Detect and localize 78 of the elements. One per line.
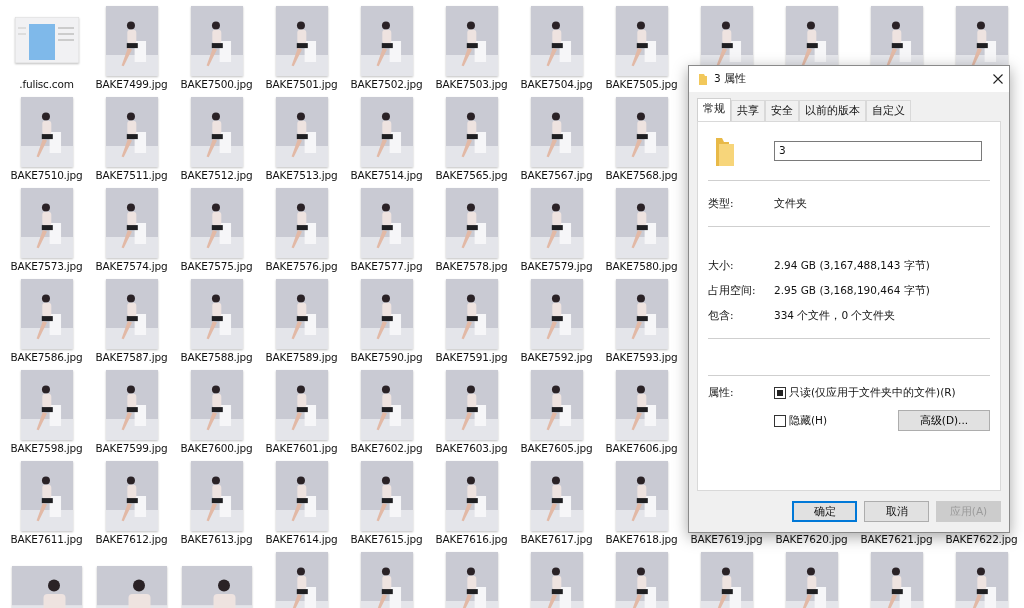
file-name[interactable]: BAKE7589.jpg <box>265 351 338 363</box>
file-name[interactable]: BAKE7620.jpg <box>775 533 848 545</box>
file-name[interactable]: BAKE7615.jpg <box>350 533 423 545</box>
file-name[interactable]: BAKE7504.jpg <box>520 78 593 90</box>
file-name[interactable]: BAKE7606.jpg <box>605 442 678 454</box>
file-name[interactable]: BAKE7578.jpg <box>435 260 508 272</box>
file-name[interactable]: BAKE7510.jpg <box>10 169 83 181</box>
file-name[interactable]: BAKE7514.jpg <box>350 169 423 181</box>
field-label: 占用空间: <box>708 283 757 298</box>
file-name[interactable]: BAKE7612.jpg <box>95 533 168 545</box>
field-value: 334 个文件，0 个文件夹 <box>774 308 896 323</box>
tab[interactable]: 以前的版本 <box>799 100 866 121</box>
file-name[interactable]: BAKE7511.jpg <box>95 169 168 181</box>
field-label: 包含: <box>708 308 735 323</box>
close-icon[interactable] <box>993 74 1003 84</box>
window-title: 3 属性 <box>714 72 748 86</box>
file-name[interactable]: BAKE7575.jpg <box>180 260 253 272</box>
file-name[interactable]: BAKE7579.jpg <box>520 260 593 272</box>
field-value: 2.95 GB (3,168,190,464 字节) <box>774 283 930 298</box>
dialog-button[interactable]: 取消 <box>864 501 929 522</box>
file-name[interactable]: BAKE7613.jpg <box>180 533 253 545</box>
file-name[interactable]: BAKE7573.jpg <box>10 260 83 272</box>
file-name[interactable]: BAKE7621.jpg <box>860 533 933 545</box>
file-name[interactable]: BAKE7587.jpg <box>95 351 168 363</box>
advanced-button[interactable]: 高级(D)... <box>898 410 990 431</box>
file-name[interactable]: BAKE7586.jpg <box>10 351 83 363</box>
file-name[interactable]: BAKE7565.jpg <box>435 169 508 181</box>
tab[interactable]: 安全 <box>765 100 799 121</box>
checkbox[interactable] <box>774 387 786 399</box>
file-name[interactable]: BAKE7505.jpg <box>605 78 678 90</box>
file-name[interactable]: BAKE7598.jpg <box>10 442 83 454</box>
file-name[interactable]: BAKE7499.jpg <box>95 78 168 90</box>
file-name[interactable]: BAKE7622.jpg <box>945 533 1018 545</box>
tab[interactable]: 自定义 <box>866 100 911 121</box>
file-name[interactable]: BAKE7502.jpg <box>350 78 423 90</box>
name-field[interactable]: 3 <box>774 141 982 161</box>
file-name[interactable]: BAKE7500.jpg <box>180 78 253 90</box>
file-name[interactable]: BAKE7513.jpg <box>265 169 338 181</box>
folder-icon <box>716 136 734 166</box>
file-name[interactable]: BAKE7567.jpg <box>520 169 593 181</box>
file-name[interactable]: .fulisc.com <box>19 78 74 90</box>
file-name[interactable]: BAKE7600.jpg <box>180 442 253 454</box>
checkbox-label[interactable]: 只读(仅应用于文件夹中的文件)(R) <box>789 386 956 400</box>
checkbox[interactable] <box>774 414 786 427</box>
file-name[interactable]: BAKE7611.jpg <box>10 533 83 545</box>
file-name[interactable]: BAKE7512.jpg <box>180 169 253 181</box>
field-label: 类型: <box>708 196 735 211</box>
field-value: 文件夹 <box>774 196 807 211</box>
file-name[interactable]: BAKE7617.jpg <box>520 533 593 545</box>
file-name[interactable]: BAKE7592.jpg <box>520 351 593 363</box>
field-value: 2.94 GB (3,167,488,143 字节) <box>774 258 930 273</box>
file-name[interactable]: BAKE7501.jpg <box>265 78 338 90</box>
file-name[interactable]: BAKE7580.jpg <box>605 260 678 272</box>
file-name[interactable]: BAKE7574.jpg <box>95 260 168 272</box>
file-name[interactable]: BAKE7576.jpg <box>265 260 338 272</box>
file-name[interactable]: BAKE7599.jpg <box>95 442 168 454</box>
folder-icon <box>699 73 707 85</box>
file-name[interactable]: BAKE7618.jpg <box>605 533 678 545</box>
field-label: 属性: <box>708 386 735 400</box>
file-name[interactable]: BAKE7614.jpg <box>265 533 338 545</box>
checkbox-label[interactable]: 隐藏(H) <box>789 413 828 428</box>
file-name[interactable]: BAKE7605.jpg <box>520 442 593 454</box>
file-name[interactable]: BAKE7619.jpg <box>690 533 763 545</box>
file-name[interactable]: BAKE7593.jpg <box>605 351 678 363</box>
file-name[interactable]: BAKE7616.jpg <box>435 533 508 545</box>
file-name[interactable]: BAKE7591.jpg <box>435 351 508 363</box>
field-label: 大小: <box>708 258 735 273</box>
file-name[interactable]: BAKE7568.jpg <box>605 169 678 181</box>
file-name[interactable]: BAKE7602.jpg <box>350 442 423 454</box>
file-name[interactable]: BAKE7601.jpg <box>265 442 338 454</box>
file-name[interactable]: BAKE7603.jpg <box>435 442 508 454</box>
file-name[interactable]: BAKE7577.jpg <box>350 260 423 272</box>
tab[interactable]: 共享 <box>731 100 765 121</box>
file-name[interactable]: BAKE7590.jpg <box>350 351 423 363</box>
dialog-button[interactable]: 确定 <box>792 501 857 522</box>
file-name[interactable]: BAKE7588.jpg <box>180 351 253 363</box>
file-name[interactable]: BAKE7503.jpg <box>435 78 508 90</box>
tab[interactable]: 常规 <box>697 98 731 121</box>
